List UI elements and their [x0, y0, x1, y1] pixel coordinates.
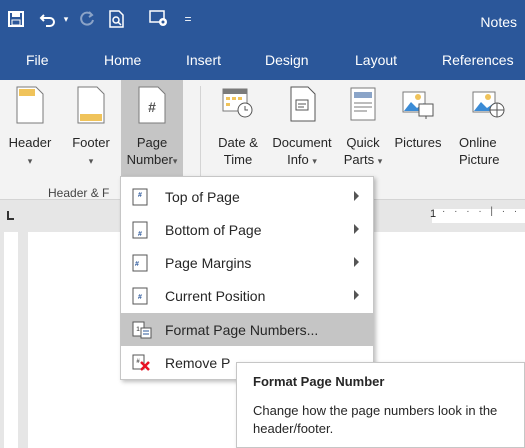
- document-info-label-line1: Document: [272, 135, 332, 150]
- menu-item-top-of-page[interactable]: # Top of Page: [121, 180, 373, 213]
- submenu-arrow-icon: [354, 290, 359, 300]
- vertical-ruler[interactable]: [0, 232, 22, 448]
- online-pictures-label-line1: Online: [459, 135, 497, 150]
- menu-item-label: Remove P: [165, 355, 231, 371]
- date-time-label-line1: Date &: [218, 135, 258, 150]
- tab-references[interactable]: References: [442, 52, 514, 68]
- svg-text:#: #: [138, 231, 142, 238]
- redo-icon[interactable]: [76, 6, 98, 32]
- tab-selector[interactable]: [0, 205, 22, 227]
- tab-file[interactable]: File: [26, 52, 49, 68]
- tab-home[interactable]: Home: [104, 52, 141, 68]
- page-margins-icon: #: [132, 254, 148, 275]
- tab-design[interactable]: Design: [265, 52, 309, 68]
- tooltip: Format Page Number Change how the page n…: [236, 362, 525, 448]
- date-time-label-line2: Time: [223, 152, 253, 167]
- quick-access-menu-icon[interactable]: =: [180, 6, 196, 32]
- ribbon-tabs: File Home Insert Design Layout Reference…: [0, 42, 525, 80]
- svg-text:#: #: [138, 192, 142, 199]
- page-number-dropdown-icon: ▾: [172, 156, 178, 166]
- submenu-arrow-icon: [354, 191, 359, 201]
- menu-item-label: Page Margins: [165, 255, 252, 271]
- date-time-button[interactable]: Date & Time: [210, 80, 266, 180]
- format-page-numbers-icon: 1: [132, 321, 152, 342]
- document-info-icon: [288, 86, 316, 128]
- tab-layout[interactable]: Layout: [355, 52, 397, 68]
- document-info-dropdown-icon: ▾: [312, 156, 317, 166]
- save-icon[interactable]: [4, 6, 28, 32]
- submenu-arrow-icon: [354, 257, 359, 267]
- current-position-icon: #: [132, 287, 148, 308]
- footer-dropdown-icon: ▾: [88, 156, 94, 166]
- remove-page-numbers-icon: #: [132, 354, 152, 375]
- quick-parts-button[interactable]: Quick Parts ▾: [338, 80, 388, 180]
- menu-item-bottom-of-page[interactable]: # Bottom of Page: [121, 213, 373, 246]
- footer-button[interactable]: Footer ▾: [62, 80, 120, 180]
- header-label: Header: [8, 135, 52, 150]
- page-number-menu: # Top of Page # Bottom of Page # Page Ma…: [120, 176, 374, 380]
- pictures-label: Pictures: [394, 135, 442, 150]
- top-of-page-icon: #: [132, 188, 148, 209]
- page-number-label-line1: Page: [136, 135, 168, 150]
- document-title: Notes: [480, 14, 517, 30]
- menu-item-page-margins[interactable]: # Page Margins: [121, 246, 373, 279]
- online-pictures-label-line2: Picture: [459, 152, 500, 167]
- footer-icon: [77, 86, 105, 128]
- ruler-marker-1: 1: [430, 208, 437, 220]
- menu-item-format-page-numbers[interactable]: 1 Format Page Numbers...: [121, 313, 373, 346]
- header-icon: [16, 86, 44, 128]
- undo-icon[interactable]: [36, 6, 60, 32]
- quick-parts-label-line1: Quick: [346, 135, 380, 150]
- tab-insert[interactable]: Insert: [186, 52, 221, 68]
- pictures-button[interactable]: Pictures: [388, 80, 448, 180]
- menu-item-label: Top of Page: [165, 189, 240, 205]
- header-dropdown-icon: ▾: [27, 156, 33, 166]
- submenu-arrow-icon: [354, 224, 359, 234]
- group-label-header-footer: Header & F: [48, 186, 110, 200]
- undo-dropdown-icon[interactable]: ▾: [60, 6, 72, 32]
- svg-text:#: #: [148, 99, 156, 115]
- document-info-label-line2: Info: [287, 152, 309, 167]
- menu-item-current-position[interactable]: # Current Position: [121, 279, 373, 312]
- page-number-button[interactable]: # Page Number▾: [121, 80, 183, 180]
- pictures-icon: [401, 86, 435, 124]
- menu-item-label: Current Position: [165, 288, 266, 304]
- tooltip-title: Format Page Number: [253, 374, 385, 389]
- print-preview-icon[interactable]: [104, 6, 130, 32]
- online-pictures-icon: [471, 86, 505, 124]
- svg-text:#: #: [135, 261, 139, 268]
- page-number-label-line2: Number: [126, 152, 173, 167]
- quick-parts-label-line2: Parts: [343, 152, 375, 167]
- tooltip-description: Change how the page numbers look in the …: [253, 403, 498, 436]
- document-info-button[interactable]: Document Info ▾: [266, 80, 338, 180]
- footer-label: Footer: [72, 135, 110, 150]
- ruler-ticks: · · · · | · ·: [442, 206, 521, 217]
- calendar-icon: [222, 86, 254, 124]
- online-pictures-button[interactable]: Online Picture: [450, 80, 525, 180]
- bottom-of-page-icon: #: [132, 221, 148, 242]
- customize-icon[interactable]: [146, 6, 172, 32]
- title-bar: ▾ = Notes: [0, 0, 525, 42]
- menu-item-label: Bottom of Page: [165, 222, 262, 238]
- header-button[interactable]: Header ▾: [0, 80, 60, 180]
- quick-parts-dropdown-icon: ▾: [377, 156, 383, 166]
- quick-parts-icon: [349, 86, 377, 128]
- page-number-icon: #: [138, 86, 166, 128]
- menu-item-label: Format Page Numbers...: [165, 322, 319, 338]
- vertical-ruler-text-area: [4, 232, 18, 448]
- svg-text:#: #: [138, 294, 142, 301]
